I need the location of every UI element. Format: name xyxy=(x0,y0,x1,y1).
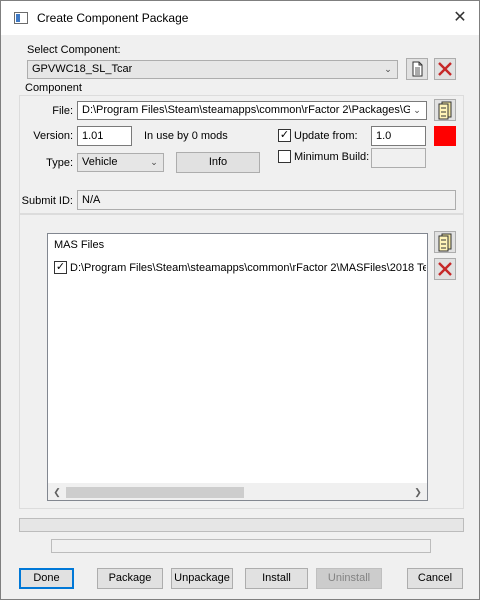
file-path-dropdown[interactable]: D:\Program Files\Steam\steamapps\common\… xyxy=(77,101,427,120)
unpackage-button[interactable]: Unpackage xyxy=(171,568,233,589)
update-from-label: Update from: xyxy=(294,130,358,142)
file-progress-bar xyxy=(51,539,431,553)
package-button[interactable]: Package xyxy=(97,568,163,589)
file-icon xyxy=(412,61,423,77)
new-component-button[interactable] xyxy=(406,58,428,80)
chevron-down-icon: ⌄ xyxy=(147,154,161,171)
chevron-down-icon: ⌄ xyxy=(381,61,395,78)
select-component-value: GPVWC18_SL_Tcar xyxy=(32,63,133,75)
red-x-icon xyxy=(438,62,452,76)
horizontal-scrollbar[interactable]: ❮ ❯ xyxy=(48,483,427,500)
update-from-input[interactable]: 1.0 xyxy=(371,126,426,146)
add-mas-file-button[interactable] xyxy=(434,231,456,253)
minimum-build-checkbox[interactable] xyxy=(278,150,291,163)
scroll-right-icon[interactable]: ❯ xyxy=(411,485,425,500)
chevron-down-icon: ⌄ xyxy=(410,102,424,119)
in-use-text: In use by 0 mods xyxy=(144,130,228,142)
install-button[interactable]: Install xyxy=(245,568,308,589)
mas-files-list[interactable]: MAS Files ✓ D:\Program Files\Steam\steam… xyxy=(47,233,428,501)
mas-file-checkbox[interactable]: ✓ xyxy=(54,261,67,274)
remove-mas-file-button[interactable] xyxy=(434,258,456,280)
update-from-checkbox[interactable]: ✓ xyxy=(278,129,291,142)
cabinet-icon xyxy=(438,101,452,120)
version-input[interactable]: 1.01 xyxy=(77,126,132,146)
scrollbar-thumb[interactable] xyxy=(66,487,244,498)
list-item[interactable]: ✓ D:\Program Files\Steam\steamapps\commo… xyxy=(54,260,426,276)
mas-file-path: D:\Program Files\Steam\steamapps\common\… xyxy=(70,262,426,274)
submit-id-input[interactable]: N/A xyxy=(77,190,456,210)
file-label: File: xyxy=(52,105,73,117)
checkmark-icon: ✓ xyxy=(55,261,66,273)
checkmark-icon: ✓ xyxy=(279,129,290,141)
overall-progress-bar xyxy=(19,518,464,532)
red-x-icon xyxy=(438,262,452,276)
cancel-button[interactable]: Cancel xyxy=(407,568,463,589)
minimum-build-label: Minimum Build: xyxy=(294,151,370,163)
info-button[interactable]: Info xyxy=(176,152,260,173)
select-component-label: Select Component: xyxy=(27,44,121,56)
title-bar: Create Component Package ✕ xyxy=(1,1,479,35)
component-group-label: Component xyxy=(25,82,82,94)
cabinet-icon xyxy=(438,233,452,252)
type-label: Type: xyxy=(46,157,73,169)
status-indicator xyxy=(434,126,456,146)
dialog-window: Create Component Package ✕ Select Compon… xyxy=(0,0,480,600)
minimum-build-input[interactable] xyxy=(371,148,426,168)
file-path-value: D:\Program Files\Steam\steamapps\common\… xyxy=(82,104,412,116)
type-value: Vehicle xyxy=(82,156,118,168)
select-component-dropdown[interactable]: GPVWC18_SL_Tcar ⌄ xyxy=(27,60,398,79)
version-label: Version: xyxy=(33,130,73,142)
mas-files-label: MAS Files xyxy=(54,239,105,251)
close-button[interactable]: ✕ xyxy=(447,5,473,31)
browse-file-button[interactable] xyxy=(434,99,456,121)
submit-id-label: Submit ID: xyxy=(21,195,73,207)
uninstall-button[interactable]: Uninstall xyxy=(316,568,382,589)
window-title: Create Component Package xyxy=(37,11,189,25)
done-button[interactable]: Done xyxy=(19,568,74,589)
delete-component-button[interactable] xyxy=(434,58,456,80)
scroll-left-icon[interactable]: ❮ xyxy=(50,485,64,500)
type-dropdown[interactable]: Vehicle ⌄ xyxy=(77,153,164,172)
app-window-icon xyxy=(14,12,28,24)
